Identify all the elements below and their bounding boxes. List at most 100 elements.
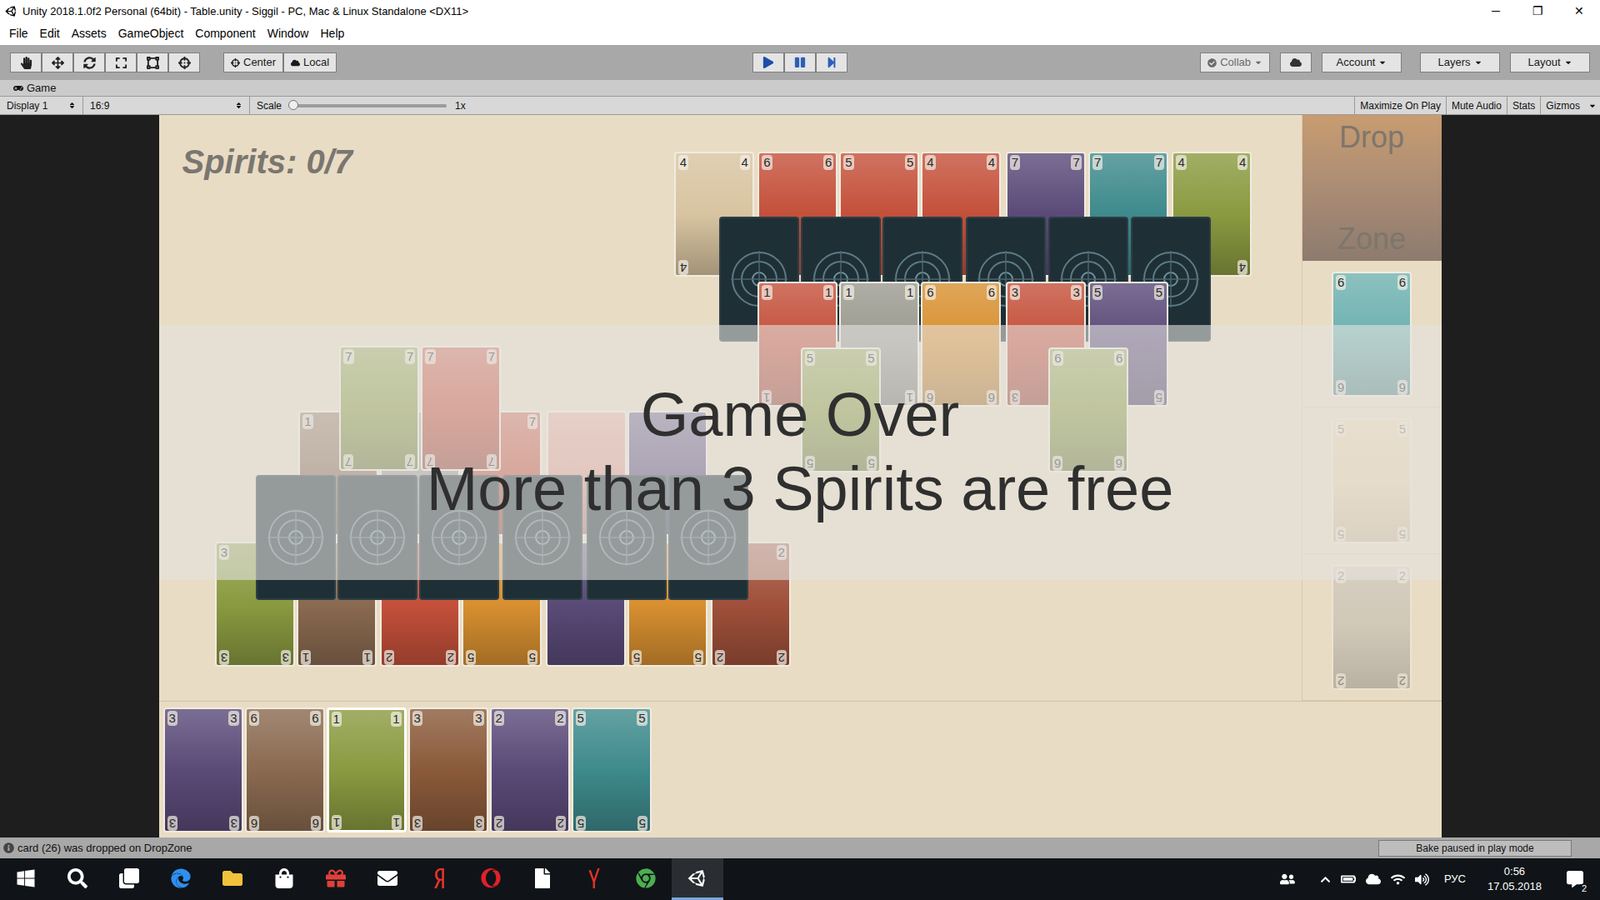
window-control[interactable]: ✕ xyxy=(1558,0,1600,23)
taskbar-app[interactable] xyxy=(206,858,259,900)
taskbar-app[interactable] xyxy=(465,858,517,900)
menu-item[interactable]: Assets xyxy=(65,25,113,43)
playback-button[interactable] xyxy=(815,52,848,73)
display-dropdown[interactable]: Display 1 xyxy=(0,96,84,115)
taskbar-app[interactable] xyxy=(413,858,465,900)
hand-card[interactable]: 5555 xyxy=(571,707,652,833)
collab-button[interactable]: Collab xyxy=(1200,52,1270,73)
card-value: 5 xyxy=(843,155,854,170)
taskbar-app[interactable] xyxy=(671,858,724,900)
clock[interactable]: 0:5617.05.2018 xyxy=(1480,864,1549,895)
taskbar-app[interactable] xyxy=(620,858,672,900)
wifi-icon[interactable] xyxy=(1390,872,1405,887)
battery-icon[interactable] xyxy=(1340,871,1356,887)
taskbar-app[interactable] xyxy=(0,858,52,900)
hand-card[interactable]: 3333 xyxy=(163,707,244,833)
people-icon[interactable] xyxy=(1280,871,1295,887)
card-value: 1 xyxy=(905,285,915,300)
taskbar-app[interactable] xyxy=(568,858,620,900)
tool-button[interactable] xyxy=(41,52,74,73)
card-value: 2 xyxy=(445,650,456,665)
window-control[interactable]: ❐ xyxy=(1516,0,1559,23)
card-value: 1 xyxy=(331,711,342,727)
card-value: 7 xyxy=(1154,155,1165,170)
move-icon xyxy=(51,56,65,70)
card-value: 5 xyxy=(631,650,642,665)
layers-button[interactable]: Layers xyxy=(1420,52,1500,73)
taskbar-app[interactable] xyxy=(361,858,414,900)
volume-icon[interactable] xyxy=(1415,872,1430,887)
account-button[interactable]: Account xyxy=(1321,52,1402,73)
chevron-up-icon[interactable] xyxy=(1320,874,1331,885)
taskbar-app[interactable] xyxy=(103,858,155,900)
card-value: 1 xyxy=(823,285,834,300)
cloud-button[interactable] xyxy=(1280,52,1312,73)
scale-slider-thumb[interactable] xyxy=(288,100,299,110)
title-bar: Unity 2018.1.0f2 Personal (64bit) - Tabl… xyxy=(0,0,1600,23)
toggle-button[interactable]: Stats xyxy=(1506,96,1540,115)
gift-icon xyxy=(325,868,346,889)
tool-button[interactable] xyxy=(168,52,200,73)
hand: 333366661111333322225555 xyxy=(159,700,1442,838)
bake-status: Bake paused in play mode xyxy=(1378,840,1572,857)
start-icon xyxy=(15,868,36,889)
card-value: 3 xyxy=(412,815,423,831)
tool-button[interactable] xyxy=(136,52,169,73)
tool-button[interactable] xyxy=(10,52,42,73)
tool-button[interactable] xyxy=(73,52,105,73)
card-value: 2 xyxy=(1397,673,1408,689)
taskbar-app[interactable] xyxy=(155,858,207,900)
layout-button[interactable]: Layout xyxy=(1510,52,1590,73)
card-art xyxy=(491,709,569,831)
window-control[interactable]: ─ xyxy=(1475,0,1517,23)
taskbar-app[interactable] xyxy=(310,858,362,900)
card-value: 5 xyxy=(905,155,915,170)
hand-card[interactable]: 3333 xyxy=(408,707,489,833)
pivot-button[interactable]: Center xyxy=(223,52,284,73)
playback-button[interactable] xyxy=(784,52,816,73)
network-icon[interactable] xyxy=(1365,871,1381,887)
menu-item[interactable]: File xyxy=(3,25,35,43)
menu-item[interactable]: GameObject xyxy=(112,25,190,43)
drop-zone-header: DropZone xyxy=(1302,115,1442,261)
game-over-title: Game Over xyxy=(640,378,960,453)
explorer-icon xyxy=(222,868,243,889)
tool-button[interactable] xyxy=(105,52,137,73)
toggle-button[interactable]: Mute Audio xyxy=(1445,96,1507,115)
language-indicator[interactable]: РУС xyxy=(1439,870,1471,888)
drop-zone-title: Drop xyxy=(1339,118,1405,156)
card-value: 7 xyxy=(1070,155,1081,170)
card-value: 4 xyxy=(1237,155,1248,170)
scale-slider[interactable] xyxy=(288,104,447,108)
menu-item[interactable]: Component xyxy=(189,25,261,43)
taskbar-app[interactable] xyxy=(258,858,310,900)
card-value: 3 xyxy=(167,815,178,831)
card-value: 2 xyxy=(494,815,505,831)
card-art xyxy=(329,710,405,830)
hand-card[interactable]: 6666 xyxy=(245,707,325,833)
card-value: 2 xyxy=(776,650,787,665)
card-value: 3 xyxy=(412,710,423,726)
step-icon xyxy=(825,56,838,69)
notifications-button[interactable]: 2 xyxy=(1558,858,1592,900)
hand-card[interactable]: 1111 xyxy=(326,707,407,833)
toggle-button[interactable]: Maximize On Play xyxy=(1354,96,1446,115)
menu-item[interactable]: Help xyxy=(314,25,350,43)
taskbar-app[interactable] xyxy=(516,858,569,900)
game-tab[interactable]: Game xyxy=(8,80,61,96)
card-value: 5 xyxy=(1092,285,1103,300)
menu-item[interactable]: Edit xyxy=(34,25,66,43)
playback-button[interactable] xyxy=(752,52,785,73)
card-value: 5 xyxy=(636,710,647,726)
scale-icon xyxy=(115,56,128,70)
hand-card[interactable]: 2222 xyxy=(490,707,570,833)
menu-item[interactable]: Window xyxy=(261,25,315,43)
toggle-button[interactable]: Gizmos xyxy=(1540,96,1585,115)
console-message[interactable]: card (26) was dropped on DropZone xyxy=(3,840,193,857)
drop-zone-card[interactable]: 2222 xyxy=(1331,565,1412,690)
space-button[interactable]: Local xyxy=(283,52,337,73)
store-icon xyxy=(274,868,295,889)
taskbar-app[interactable] xyxy=(51,858,104,900)
aspect-dropdown[interactable]: 16:9 xyxy=(83,96,250,115)
card-value: 5 xyxy=(575,710,586,726)
